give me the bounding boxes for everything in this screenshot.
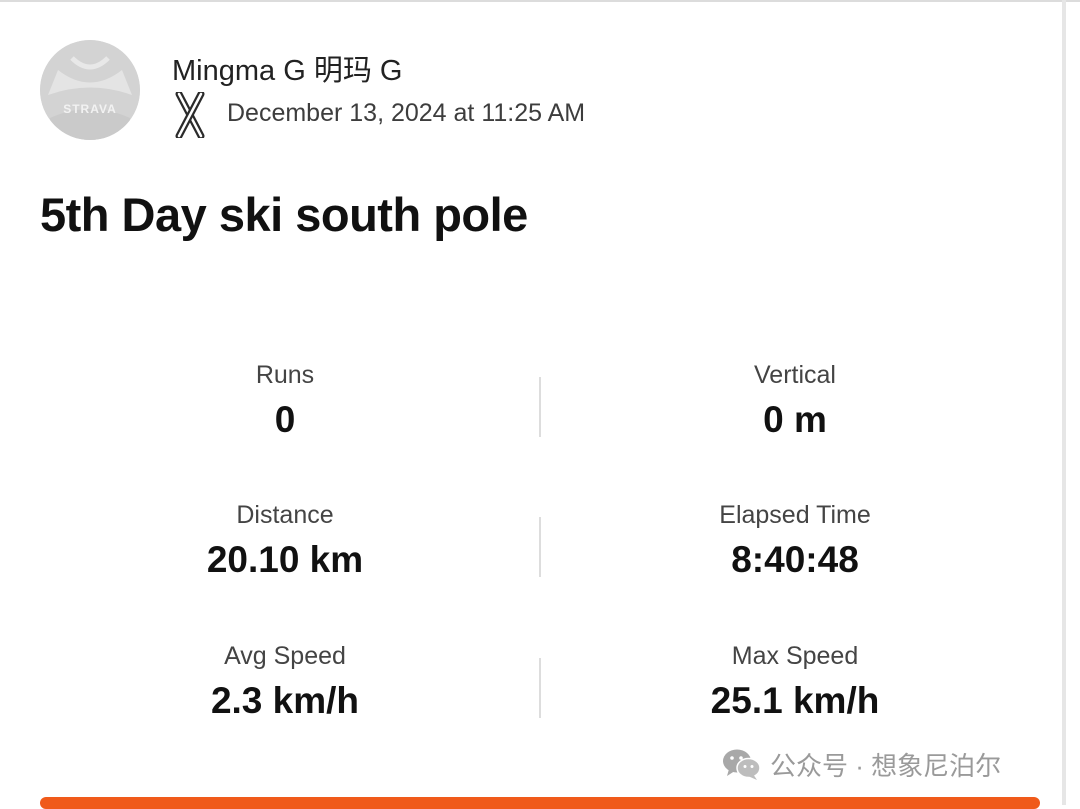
stat-label: Distance — [236, 501, 334, 529]
stat-value: 25.1 km/h — [710, 680, 880, 721]
stat-value: 0 m — [763, 399, 827, 440]
athlete-name[interactable]: Mingma G 明玛 G — [172, 47, 402, 89]
wechat-icon — [723, 749, 761, 780]
stat-elapsed-time: Elapsed Time 8:40:48 — [595, 500, 995, 582]
stat-label: Elapsed Time — [719, 501, 871, 529]
activity-title: 5th Day ski south pole — [40, 188, 528, 241]
stat-max-speed: Max Speed 25.1 km/h — [595, 641, 995, 723]
stat-label: Runs — [255, 361, 315, 389]
stat-distance: Distance 20.10 km — [85, 500, 485, 582]
stat-divider — [539, 517, 541, 577]
nordic-ski-icon — [173, 90, 207, 140]
stat-divider — [539, 658, 541, 718]
stat-value: 20.10 km — [206, 539, 364, 580]
stat-vertical: Vertical 0 m — [595, 360, 995, 442]
stat-runs: Runs 0 — [85, 360, 485, 442]
top-border — [0, 0, 1080, 2]
stat-value: 8:40:48 — [731, 539, 859, 580]
watermark-text: 公众号 · 想象尼泊尔 — [770, 750, 1002, 781]
avatar-brand-text: STRAVA — [63, 102, 117, 116]
stat-value: 0 — [274, 399, 296, 440]
action-bar[interactable] — [40, 797, 1040, 809]
stat-label: Max Speed — [731, 642, 859, 670]
stat-divider — [539, 377, 541, 437]
avatar-placeholder-icon — [40, 40, 140, 140]
scrollbar[interactable] — [1062, 0, 1066, 805]
watermark: 公众号 · 想象尼泊尔 — [722, 744, 1001, 784]
stat-value: 2.3 km/h — [210, 680, 360, 721]
stat-avg-speed: Avg Speed 2.3 km/h — [85, 641, 485, 723]
stat-label: Avg Speed — [224, 642, 346, 670]
activity-date: December 13, 2024 at 11:25 AM — [227, 99, 586, 127]
avatar[interactable]: STRAVA — [40, 40, 140, 140]
stat-label: Vertical — [754, 361, 836, 389]
